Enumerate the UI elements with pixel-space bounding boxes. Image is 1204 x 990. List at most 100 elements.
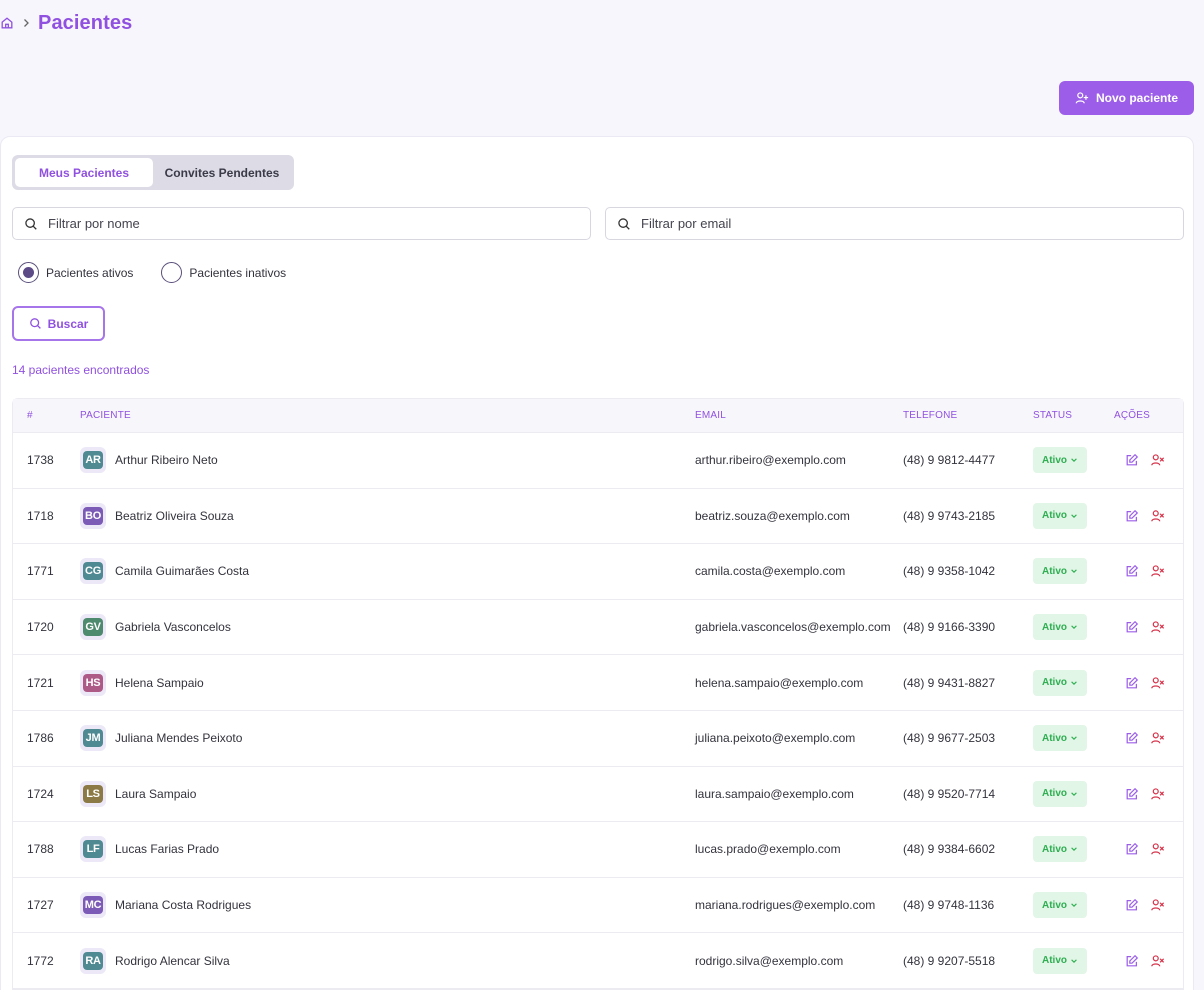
name-filter-input[interactable] [48, 216, 448, 231]
patient-name[interactable]: Beatriz Oliveira Souza [115, 509, 234, 523]
radio-active-circle[interactable] [18, 262, 39, 283]
radio-active-patients[interactable]: Pacientes ativos [18, 262, 133, 283]
status-dropdown[interactable]: Ativo [1033, 836, 1087, 863]
patient-name[interactable]: Arthur Ribeiro Neto [115, 453, 218, 467]
patient-phone: (48) 9 9677-2503 [903, 731, 996, 746]
edit-icon[interactable] [1125, 564, 1139, 578]
table-row[interactable]: 1771 CG Camila Guimarães Costa camila.co… [13, 544, 1183, 600]
table-row[interactable]: 1788 LF Lucas Farias Prado lucas.prado@e… [13, 822, 1183, 878]
edit-icon[interactable] [1125, 620, 1139, 634]
user-remove-icon[interactable] [1150, 787, 1165, 801]
patient-email: lucas.prado@exemplo.com [695, 842, 841, 857]
avatar: GV [80, 614, 106, 641]
edit-icon[interactable] [1125, 676, 1139, 690]
table-row[interactable]: 1724 LS Laura Sampaio laura.sampaio@exem… [13, 767, 1183, 823]
radio-inactive-circle[interactable] [161, 262, 183, 283]
patient-name[interactable]: Helena Sampaio [115, 676, 204, 690]
status-dropdown[interactable]: Ativo [1033, 780, 1087, 807]
status-radio-group: Pacientes ativos Pacientes inativos [18, 262, 314, 283]
table-row[interactable]: 1786 JM Juliana Mendes Peixoto juliana.p… [13, 711, 1183, 767]
patient-email: rodrigo.silva@exemplo.com [695, 953, 844, 968]
new-patient-label: Novo paciente [1095, 91, 1179, 105]
table-row[interactable]: 1772 RA Rodrigo Alencar Silva rodrigo.si… [13, 933, 1183, 989]
table-row[interactable]: 1721 HS Helena Sampaio helena.sampaio@ex… [13, 655, 1183, 711]
actions-cell [1125, 711, 1165, 766]
patient-name[interactable]: Juliana Mendes Peixoto [115, 731, 242, 745]
avatar: MC [80, 892, 106, 919]
patient-name[interactable]: Laura Sampaio [115, 787, 196, 801]
actions-cell [1125, 822, 1165, 877]
status-badge: Ativo [1042, 454, 1067, 466]
patient-name[interactable]: Rodrigo Alencar Silva [115, 954, 230, 968]
avatar-initials: MC [83, 896, 103, 915]
table-row[interactable]: 1727 MC Mariana Costa Rodrigues mariana.… [13, 878, 1183, 934]
radio-selected-dot [23, 267, 34, 278]
avatar: HS [80, 669, 106, 696]
status-cell: Ativo [1033, 711, 1087, 766]
status-dropdown[interactable]: Ativo [1033, 558, 1087, 585]
avatar-initials: BO [83, 506, 103, 525]
edit-icon[interactable] [1125, 842, 1139, 856]
breadcrumb: Pacientes [0, 10, 132, 36]
patient-name[interactable]: Camila Guimarães Costa [115, 564, 249, 578]
patient-id: 1786 [27, 731, 54, 746]
patient-name[interactable]: Lucas Farias Prado [115, 842, 219, 856]
patient-phone: (48) 9 9384-6602 [903, 842, 996, 857]
edit-icon[interactable] [1125, 787, 1139, 801]
search-icon [29, 318, 41, 329]
status-dropdown[interactable]: Ativo [1033, 947, 1087, 974]
edit-icon[interactable] [1125, 509, 1139, 523]
email-filter-input[interactable] [641, 216, 1041, 231]
table-row[interactable]: 1720 GV Gabriela Vasconcelos gabriela.va… [13, 600, 1183, 656]
patient-name[interactable]: Mariana Costa Rodrigues [115, 898, 251, 912]
user-remove-icon[interactable] [1150, 453, 1165, 467]
status-dropdown[interactable]: Ativo [1033, 614, 1087, 641]
patient-name[interactable]: Gabriela Vasconcelos [115, 620, 231, 634]
status-badge: Ativo [1042, 843, 1067, 855]
edit-icon[interactable] [1125, 731, 1139, 745]
user-remove-icon[interactable] [1150, 898, 1165, 912]
patient-cell: AR Arthur Ribeiro Neto [80, 433, 218, 488]
actions-cell [1125, 767, 1165, 822]
search-button[interactable]: Buscar [12, 306, 105, 341]
chevron-down-icon [1071, 736, 1077, 741]
patient-email: juliana.peixoto@exemplo.com [695, 731, 856, 746]
user-remove-icon[interactable] [1150, 564, 1165, 578]
patient-cell: HS Helena Sampaio [80, 655, 204, 710]
table-row[interactable]: 1718 BO Beatriz Oliveira Souza beatriz.s… [13, 489, 1183, 545]
avatar: CG [80, 558, 106, 585]
user-remove-icon[interactable] [1150, 676, 1165, 690]
user-remove-icon[interactable] [1150, 731, 1165, 745]
user-remove-icon[interactable] [1150, 954, 1165, 968]
tab-convites-pendentes[interactable]: Convites Pendentes [153, 158, 291, 187]
status-dropdown[interactable]: Ativo [1033, 669, 1087, 696]
user-remove-icon[interactable] [1150, 620, 1165, 634]
patient-cell: GV Gabriela Vasconcelos [80, 600, 231, 655]
email-filter [605, 207, 1184, 240]
table-header: # PACIENTE EMAIL TELEFONE STATUS AÇÕES [13, 399, 1183, 433]
tab-meus-pacientes[interactable]: Meus Pacientes [15, 158, 153, 187]
status-dropdown[interactable]: Ativo [1033, 447, 1087, 474]
patients-card: Meus Pacientes Convites Pendentes Pacien… [0, 136, 1194, 990]
avatar: JM [80, 725, 106, 752]
patient-id: 1720 [27, 620, 54, 635]
avatar-initials: RA [83, 951, 103, 970]
chevron-down-icon [1071, 959, 1077, 963]
status-dropdown[interactable]: Ativo [1033, 892, 1087, 919]
status-dropdown[interactable]: Ativo [1033, 502, 1087, 529]
edit-icon[interactable] [1125, 453, 1139, 467]
new-patient-button[interactable]: Novo paciente [1059, 81, 1194, 115]
chevron-right-icon [24, 19, 29, 27]
table-row[interactable]: 1738 AR Arthur Ribeiro Neto arthur.ribei… [13, 433, 1183, 489]
home-icon[interactable] [0, 16, 14, 30]
patient-id: 1771 [27, 564, 54, 579]
radio-inactive-patients[interactable]: Pacientes inativos [161, 262, 286, 283]
actions-cell [1125, 433, 1165, 488]
status-dropdown[interactable]: Ativo [1033, 725, 1087, 752]
user-remove-icon[interactable] [1150, 842, 1165, 856]
edit-icon[interactable] [1125, 898, 1139, 912]
search-icon [25, 217, 37, 230]
user-remove-icon[interactable] [1150, 509, 1165, 523]
avatar-initials: LF [83, 840, 103, 859]
edit-icon[interactable] [1125, 954, 1139, 968]
